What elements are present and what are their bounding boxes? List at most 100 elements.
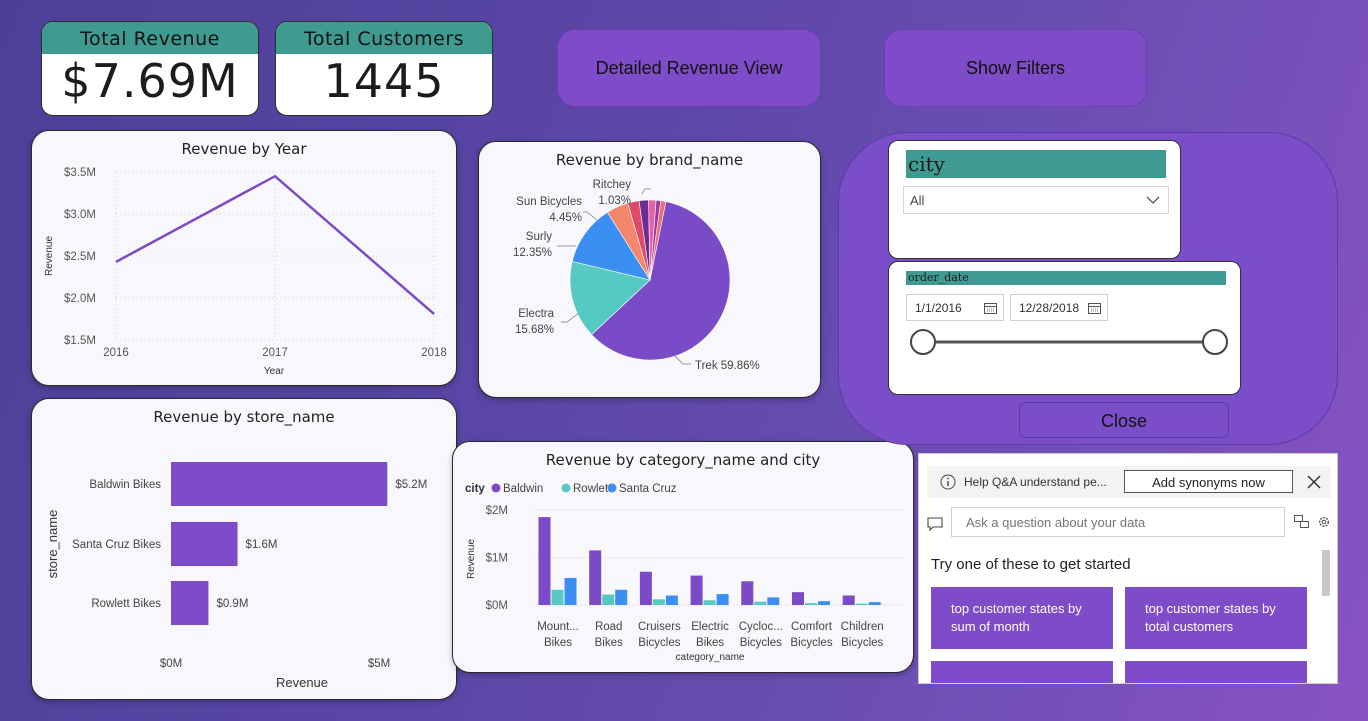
slice-pct-electra: 15.68% xyxy=(515,324,554,336)
category-label: Santa Cruz Bikes xyxy=(72,539,161,551)
bar xyxy=(602,594,615,605)
end-date-input[interactable]: 12/28/2018 xyxy=(1010,294,1108,321)
x-tick: Bicycles xyxy=(638,637,680,649)
bar xyxy=(665,595,678,605)
date-range-slider[interactable] xyxy=(889,322,1242,362)
x-tick: Bikes xyxy=(544,637,572,649)
city-slicer-title: city xyxy=(906,150,1166,178)
x-tick: Bikes xyxy=(595,637,623,649)
x-tick: Bicycles xyxy=(841,637,883,649)
y-axis-title: store_name xyxy=(45,510,60,579)
leader-line xyxy=(674,355,691,365)
y-tick: $2.0M xyxy=(64,293,96,305)
y-tick: $1.5M xyxy=(64,335,96,347)
bar xyxy=(551,589,564,605)
slider-start-handle[interactable] xyxy=(910,329,936,355)
y-axis-title: Revenue xyxy=(466,539,477,579)
show-filters-button[interactable]: Show Filters xyxy=(884,29,1147,107)
bar xyxy=(652,599,665,605)
start-date-value: 1/1/2016 xyxy=(915,301,962,315)
data-label: $0.9M xyxy=(216,598,248,610)
qa-suggestion[interactable] xyxy=(931,661,1113,683)
bar xyxy=(171,462,388,506)
data-label: $5.2M xyxy=(395,479,427,491)
bar xyxy=(792,592,804,605)
qa-scrollbar[interactable] xyxy=(1322,550,1330,596)
legend-item: Santa Cruz xyxy=(619,483,677,495)
slice-pct-ritchey: 1.03% xyxy=(598,195,631,207)
bar xyxy=(754,601,767,605)
leader-line xyxy=(641,188,651,195)
bar xyxy=(842,595,855,605)
qa-prompt: Try one of these to get started xyxy=(931,556,1131,573)
legend-marker xyxy=(491,483,501,493)
kpi-total-customers: Total Customers 1445 xyxy=(275,21,493,116)
kpi-value: 1445 xyxy=(323,54,445,108)
slice-pct-sun: 4.45% xyxy=(549,212,582,224)
kpi-total-revenue: Total Revenue $7.69M xyxy=(41,21,259,116)
close-icon[interactable] xyxy=(1307,475,1321,489)
x-tick: $0M xyxy=(160,658,182,670)
x-tick: Cruisers xyxy=(638,621,681,633)
city-dropdown-value: All xyxy=(910,193,925,208)
category-label: Rowlett Bikes xyxy=(91,598,161,610)
x-tick: 2018 xyxy=(421,347,447,359)
bar xyxy=(818,601,830,605)
gear-icon[interactable] xyxy=(1317,515,1331,529)
kpi-label: Total Revenue xyxy=(42,22,258,54)
x-axis-title: Revenue xyxy=(276,675,328,690)
revenue-by-store-chart: Baldwin Bikes $5.2M Santa Cruz Bikes $1.6M R… xyxy=(45,462,427,690)
revenue-by-category-city-card: Revenue by category_name and city city B… xyxy=(452,441,914,673)
detailed-revenue-view-button[interactable]: Detailed Revenue View xyxy=(557,29,821,107)
close-filters-button[interactable]: Close xyxy=(1019,402,1229,438)
qa-info-bar: Help Q&A understand pe... Add synonyms n… xyxy=(927,466,1331,498)
legend-title: city xyxy=(465,483,485,495)
y-tick: $3.0M xyxy=(64,209,96,221)
bar xyxy=(171,522,238,566)
x-tick: Bicycles xyxy=(740,637,782,649)
slice-pct-surly: 12.35% xyxy=(513,247,552,259)
slider-end-handle[interactable] xyxy=(1202,329,1228,355)
info-icon xyxy=(940,474,956,490)
y-tick: $0M xyxy=(486,600,508,612)
qa-visual: Help Q&A understand pe... Add synonyms n… xyxy=(918,453,1338,684)
qa-suggestion[interactable]: top customer states by sum of month xyxy=(931,587,1113,649)
end-date-value: 12/28/2018 xyxy=(1019,301,1080,315)
qa-suggestion[interactable]: top customer states by total customers xyxy=(1125,587,1307,649)
bar xyxy=(716,594,729,605)
convert-visual-icon[interactable] xyxy=(1294,515,1309,528)
revenue-by-category-city-chart: city Baldwin Rowlett Santa Cruz $2M$1M$0M … xyxy=(465,483,905,663)
data-label: $1.6M xyxy=(246,539,278,551)
order-date-slicer-title: order_date xyxy=(906,271,1226,285)
qa-suggestion[interactable] xyxy=(1125,661,1307,683)
bar xyxy=(639,571,652,605)
qa-question-input[interactable] xyxy=(951,507,1285,537)
revenue-by-store-card: Revenue by store_name Baldwin Bikes $5.2M… xyxy=(31,398,457,700)
bar xyxy=(171,581,209,625)
x-tick: $5M xyxy=(368,658,390,670)
bar xyxy=(564,577,577,605)
calendar-icon[interactable] xyxy=(1088,302,1101,314)
y-tick: $2M xyxy=(486,505,508,517)
add-synonyms-button[interactable]: Add synonyms now xyxy=(1124,470,1293,493)
calendar-icon[interactable] xyxy=(984,302,997,314)
kpi-label: Total Customers xyxy=(276,22,492,54)
city-dropdown[interactable]: All xyxy=(903,186,1169,214)
revenue-by-brand-card: Revenue by brand_name Ritchey 1.03% Sun … xyxy=(478,141,821,398)
y-axis-title: Revenue xyxy=(44,236,55,276)
revenue-by-year-card: Revenue by Year $3.5M $3.0M $2.5M $2.0M $1.5… xyxy=(31,130,457,386)
x-tick: 2017 xyxy=(262,347,288,359)
qa-info-text: Help Q&A understand pe... xyxy=(964,475,1107,489)
slice-label-sun: Sun Bicycles xyxy=(516,196,582,208)
order-date-slicer: order_date 1/1/2016 12/28/2018 xyxy=(888,261,1241,395)
close-label: Close xyxy=(1100,411,1148,431)
bar xyxy=(741,581,754,605)
legend-marker xyxy=(561,483,571,493)
add-synonyms-label: Add synonyms now xyxy=(1152,475,1265,490)
y-tick: $2.5M xyxy=(64,251,96,263)
start-date-input[interactable]: 1/1/2016 xyxy=(906,294,1004,321)
revenue-by-brand-chart: Ritchey 1.03% Sun Bicycles 4.45% Surly 1… xyxy=(513,179,760,372)
city-slicer: city All xyxy=(888,140,1181,259)
bar xyxy=(855,603,868,605)
category-label: Baldwin Bikes xyxy=(89,479,161,491)
